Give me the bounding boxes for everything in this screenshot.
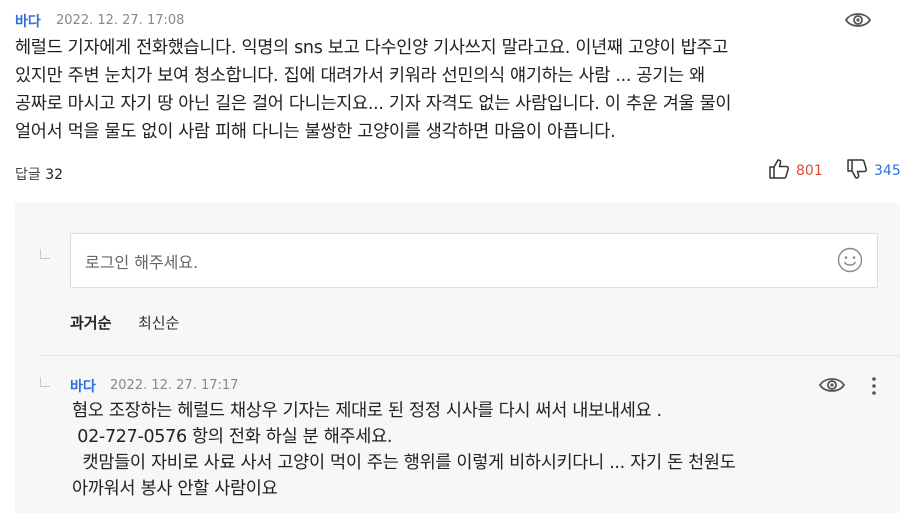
like-count: 801	[796, 163, 823, 179]
reply-body: 혐오 조장하는 헤럴드 채상우 기자는 제대로 된 정정 시사를 다시 써서 내…	[72, 398, 892, 502]
eye-icon[interactable]	[818, 375, 846, 399]
more-options-icon[interactable]	[868, 376, 880, 400]
dislike-button[interactable]: 345	[846, 158, 900, 184]
sort-newest[interactable]: 최신순	[138, 312, 179, 333]
reply-toggle[interactable]: 답글 32	[15, 164, 63, 184]
reply-input-placeholder[interactable]: 로그인 해주세요.	[85, 249, 198, 273]
comment-line: 있지만 주변 눈치가 보여 청소합니다. 집에 대려가서 키워라 선민의식 얘기…	[15, 66, 705, 86]
like-button[interactable]: 801	[768, 158, 823, 184]
reply-author[interactable]: 바다	[70, 376, 96, 396]
reply-line: 아까워서 봉사 안할 사람이요	[72, 479, 278, 499]
reply-count: 32	[45, 167, 64, 183]
comment-date: 2022. 12. 27. 17:08	[56, 13, 185, 28]
dislike-count: 345	[874, 163, 900, 179]
comment-author[interactable]: 바다	[15, 11, 41, 31]
comment-line: 공짜로 마시고 자기 땅 아닌 길은 걸어 다니는지요... 기자 자격도 없는…	[15, 94, 732, 114]
comment-line: 헤럴드 기자에게 전화했습니다. 익명의 sns 보고 다수인양 기사쓰지 말라…	[15, 38, 729, 58]
thumbs-down-icon	[846, 158, 868, 184]
divider	[40, 355, 900, 356]
reply-line: 혐오 조장하는 헤럴드 채상우 기자는 제대로 된 정정 시사를 다시 써서 내…	[72, 401, 662, 421]
comment-body: 헤럴드 기자에게 전화했습니다. 익명의 sns 보고 다수인양 기사쓰지 말라…	[15, 34, 895, 146]
reply-elbow-icon	[40, 377, 50, 387]
sort-oldest[interactable]: 과거순	[70, 312, 111, 333]
thumbs-up-icon	[768, 158, 790, 184]
reply-label: 답글	[15, 167, 41, 183]
emoji-icon[interactable]	[837, 247, 863, 277]
reply-input-box[interactable]: 로그인 해주세요.	[70, 233, 878, 288]
reply-line: 02-727-0576 항의 전화 하실 분 해주세요.	[72, 427, 393, 447]
reply-date: 2022. 12. 27. 17:17	[110, 378, 239, 393]
reply-line: 캣맘들이 자비로 사료 사서 고양이 먹이 주는 행위를 이렇게 비하시키다니 …	[72, 453, 736, 473]
eye-icon[interactable]	[844, 10, 872, 34]
comment-line: 얼어서 먹을 물도 없이 사람 피해 다니는 불쌍한 고양이를 생각하면 마음이…	[15, 122, 616, 142]
reply-elbow-icon	[40, 249, 50, 259]
